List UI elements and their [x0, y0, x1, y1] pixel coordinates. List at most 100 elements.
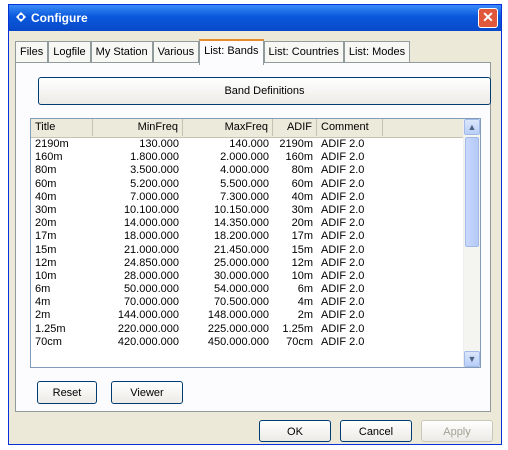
band-definitions-button[interactable]: Band Definitions [38, 77, 491, 105]
cell-adif: 12m [291, 256, 313, 269]
scroll-down-button[interactable]: ▼ [464, 351, 480, 367]
cell-minfreq: 3.500.000 [130, 164, 179, 177]
cell-comment: ADIF 2.0 [321, 296, 365, 309]
cell-comment: ADIF 2.0 [321, 138, 365, 150]
cell-maxfreq: 18.200.000 [213, 230, 269, 243]
cell-title: 1.25m [35, 322, 66, 335]
cell-adif: 15m [291, 243, 313, 256]
cell-adif: 1.25m [282, 322, 313, 335]
table-row[interactable]: 10m 28.000.000 30.000.000 10m ADIF 2.0 [31, 270, 466, 283]
cell-comment: ADIF 2.0 [321, 203, 365, 216]
table-row[interactable]: 70cm 420.000.000 450.000.000 70cm ADIF 2.0 [31, 336, 466, 349]
table-row[interactable]: 12m 24.850.000 25.000.000 12m ADIF 2.0 [31, 257, 466, 270]
cell-title: 160m [35, 151, 63, 164]
table-row[interactable]: 1.25m 220.000.000 225.000.000 1.25m ADIF 2.0 [31, 323, 466, 336]
table-row[interactable]: 30m 10.100.000 10.150.000 30m ADIF 2.0 [31, 204, 466, 217]
cell-title: 60m [35, 177, 57, 190]
table-row[interactable]: 2m 144.000.000 148.000.000 2m ADIF 2.0 [31, 309, 466, 322]
cell-adif: 60m [291, 177, 313, 190]
viewer-button[interactable]: Viewer [111, 381, 183, 404]
cell-minfreq: 130.000 [139, 138, 179, 150]
cell-minfreq: 7.000.000 [130, 190, 179, 203]
cell-maxfreq: 2.000.000 [220, 151, 269, 164]
cell-adif: 80m [291, 164, 313, 177]
cell-maxfreq: 25.000.000 [213, 256, 269, 269]
cell-title: 70cm [35, 335, 62, 348]
cancel-button[interactable]: Cancel [340, 420, 412, 442]
cell-title: 4m [35, 296, 51, 309]
cell-comment: ADIF 2.0 [321, 190, 365, 203]
tab-list-bands[interactable]: List: Bands [199, 39, 264, 65]
close-button[interactable]: ✕ [478, 8, 498, 28]
scroll-up-button[interactable]: ▲ [464, 119, 480, 135]
table-row[interactable]: 160m 1.800.000 2.000.000 160m ADIF 2.0 [31, 151, 466, 164]
apply-button: Apply [421, 420, 493, 442]
table-row[interactable]: 2190m 130.000 140.000 2190m ADIF 2.0 [31, 138, 466, 151]
cell-maxfreq: 21.450.000 [213, 243, 269, 256]
cell-title: 17m [35, 230, 57, 243]
cell-title: 20m [35, 217, 57, 230]
table-row[interactable]: 80m 3.500.000 4.000.000 80m ADIF 2.0 [31, 164, 466, 177]
ok-button[interactable]: OK [259, 420, 331, 442]
cell-maxfreq: 450.000.000 [207, 335, 269, 348]
title-bar[interactable]: Configure ✕ [9, 5, 501, 31]
cell-maxfreq: 7.300.000 [220, 190, 269, 203]
chevron-up-icon: ▲ [467, 122, 477, 132]
tab-strip: Files Logfile My Station Various List: B… [15, 39, 411, 65]
cell-minfreq: 14.000.000 [123, 217, 179, 230]
cell-comment: ADIF 2.0 [321, 256, 365, 269]
cell-comment: ADIF 2.0 [321, 309, 365, 322]
cell-maxfreq: 148.000.000 [207, 309, 269, 322]
tab-my-station[interactable]: My Station [90, 41, 153, 64]
tab-files[interactable]: Files [15, 41, 49, 64]
cell-minfreq: 420.000.000 [117, 335, 179, 348]
cell-maxfreq: 5.500.000 [220, 177, 269, 190]
table-row[interactable]: 6m 50.000.000 54.000.000 6m ADIF 2.0 [31, 283, 466, 296]
tab-various[interactable]: Various [152, 41, 200, 64]
cell-minfreq: 70.000.000 [123, 296, 179, 309]
cell-adif: 30m [291, 203, 313, 216]
reset-button[interactable]: Reset [37, 381, 97, 404]
cell-adif: 2190m [279, 138, 313, 150]
table-row[interactable]: 20m 14.000.000 14.350.000 20m ADIF 2.0 [31, 217, 466, 230]
cell-maxfreq: 4.000.000 [220, 164, 269, 177]
cell-title: 30m [35, 203, 57, 216]
cell-minfreq: 144.000.000 [117, 309, 179, 322]
cell-title: 15m [35, 243, 57, 256]
cell-comment: ADIF 2.0 [321, 243, 365, 256]
table-row[interactable]: 4m 70.000.000 70.500.000 4m ADIF 2.0 [31, 296, 466, 309]
column-header-maxfreq[interactable]: MaxFreq [183, 119, 273, 136]
cell-comment: ADIF 2.0 [321, 177, 365, 190]
table-row[interactable]: 17m 18.000.000 18.200.000 17m ADIF 2.0 [31, 230, 466, 243]
cell-adif: 17m [291, 230, 313, 243]
cell-title: 6m [35, 283, 51, 296]
cell-comment: ADIF 2.0 [321, 322, 365, 335]
tab-list-countries[interactable]: List: Countries [263, 41, 344, 64]
tab-logfile[interactable]: Logfile [48, 41, 91, 64]
cell-adif: 40m [291, 190, 313, 203]
list-rows: 2190m 130.000 140.000 2190m ADIF 2.0 160m 1.80… [31, 138, 466, 349]
list-header: Title MinFreq MaxFreq ADIF Comment [31, 119, 466, 138]
table-row[interactable]: 60m 5.200.000 5.500.000 60m ADIF 2.0 [31, 178, 466, 191]
scroll-thumb[interactable] [465, 137, 479, 247]
tab-list-modes[interactable]: List: Modes [343, 41, 411, 64]
table-row[interactable]: 40m 7.000.000 7.300.000 40m ADIF 2.0 [31, 191, 466, 204]
cell-minfreq: 18.000.000 [123, 230, 179, 243]
cell-minfreq: 10.100.000 [123, 203, 179, 216]
list-scrollbar[interactable]: ▲ ▼ [463, 119, 480, 367]
cell-adif: 6m [297, 283, 313, 296]
cell-title: 10m [35, 269, 57, 282]
cell-title: 40m [35, 190, 57, 203]
column-header-adif[interactable]: ADIF [273, 119, 317, 136]
bands-list[interactable]: Title MinFreq MaxFreq ADIF Comment 2190m… [30, 118, 481, 368]
cell-title: 2190m [35, 138, 69, 150]
cell-comment: ADIF 2.0 [321, 335, 365, 348]
cell-maxfreq: 70.500.000 [213, 296, 269, 309]
column-header-title[interactable]: Title [31, 119, 93, 136]
cell-maxfreq: 225.000.000 [207, 322, 269, 335]
column-header-minfreq[interactable]: MinFreq [93, 119, 183, 136]
cell-comment: ADIF 2.0 [321, 164, 365, 177]
table-row[interactable]: 15m 21.000.000 21.450.000 15m ADIF 2.0 [31, 244, 466, 257]
column-header-comment[interactable]: Comment [317, 119, 383, 136]
cell-adif: 20m [291, 217, 313, 230]
